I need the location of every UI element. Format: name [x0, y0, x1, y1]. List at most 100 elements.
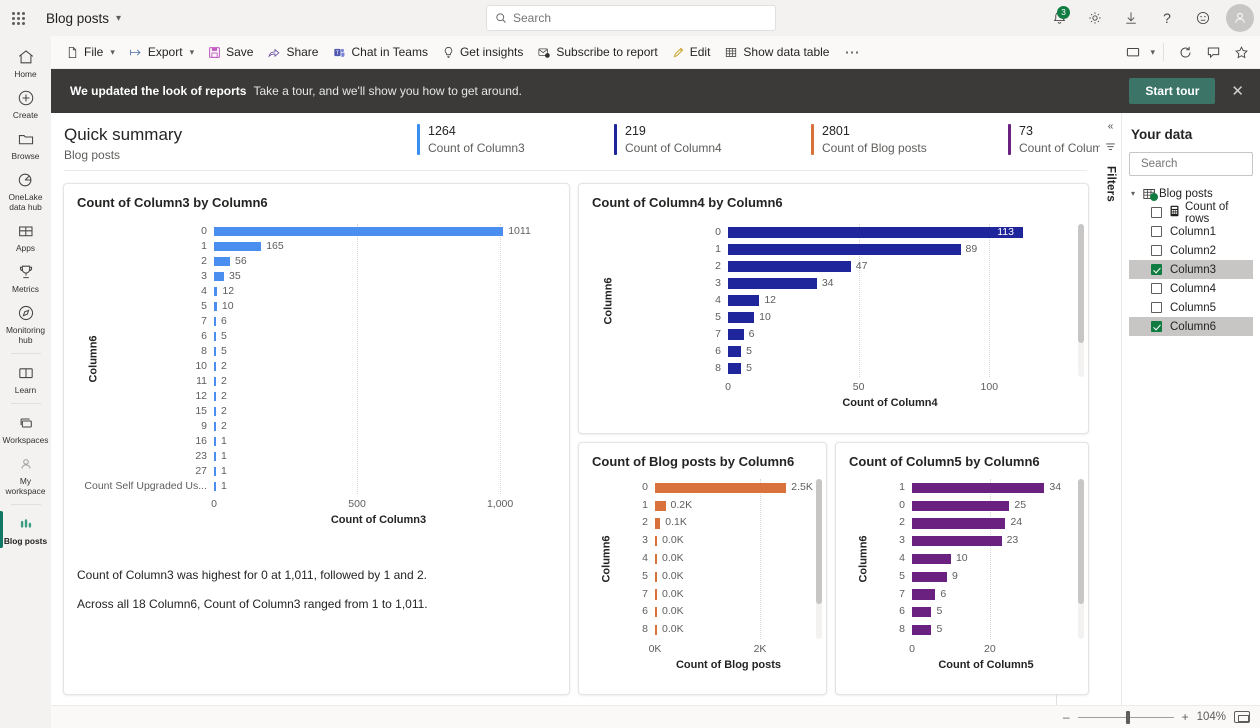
field-row-column5[interactable]: Column5 — [1129, 298, 1253, 317]
checkbox[interactable] — [1151, 302, 1162, 313]
bar[interactable] — [655, 607, 657, 618]
save-button[interactable]: Save — [201, 39, 260, 65]
kpi-card[interactable]: 2801 Count of Blog posts — [801, 124, 998, 155]
bar[interactable] — [214, 241, 262, 252]
bar-chart-blog-posts[interactable]: Column6 0 2.5K 1 0.2K 2 0.1K 3 0.0K 4 0.0K 5 0.0K 7 0.… — [579, 469, 826, 687]
bar[interactable] — [214, 481, 216, 492]
sidebar-item-home[interactable]: Home — [0, 42, 51, 83]
checkbox[interactable] — [1151, 245, 1162, 256]
chevron-down-icon[interactable]: ▾ — [1131, 189, 1143, 198]
bar[interactable] — [214, 256, 231, 267]
checkbox[interactable] — [1151, 207, 1162, 218]
bar[interactable] — [214, 271, 224, 282]
field-row-column3[interactable]: Column3 — [1129, 260, 1253, 279]
bar[interactable] — [655, 536, 658, 547]
bar[interactable] — [912, 607, 932, 618]
bar[interactable] — [655, 589, 657, 600]
bar[interactable] — [728, 227, 1024, 238]
filters-pane-collapsed[interactable]: « Filters — [1100, 113, 1122, 705]
view-mode-icon[interactable] — [1120, 39, 1146, 65]
checkbox[interactable] — [1151, 283, 1162, 294]
bar[interactable] — [214, 466, 216, 477]
scrollbar-thumb[interactable] — [1078, 224, 1084, 344]
bar[interactable] — [655, 500, 666, 511]
bar[interactable] — [214, 451, 216, 462]
fit-to-page-icon[interactable] — [1234, 711, 1250, 723]
sidebar-item-workspaces[interactable]: Workspaces — [0, 408, 51, 449]
bar[interactable] — [214, 331, 216, 342]
show-data-table-button[interactable]: Show data table — [717, 39, 836, 65]
scrollbar-thumb[interactable] — [1078, 479, 1084, 604]
chevron-down-icon[interactable]: ▾ — [116, 13, 121, 24]
sidebar-item-blog-posts[interactable]: Blog posts — [0, 509, 51, 550]
bar[interactable] — [728, 278, 817, 289]
bar[interactable] — [214, 421, 216, 432]
visual-card-column4[interactable]: Count of Column4 by Column6 Column6 0 113 1… — [578, 183, 1089, 434]
help-icon[interactable]: ? — [1150, 1, 1184, 35]
comment-icon[interactable] — [1200, 39, 1226, 65]
refresh-icon[interactable] — [1172, 39, 1198, 65]
collapse-icon[interactable]: « — [1108, 121, 1114, 132]
bar[interactable] — [728, 312, 755, 323]
bar[interactable] — [728, 261, 851, 272]
field-row-count-of-rows[interactable]: Count of rows — [1129, 201, 1253, 225]
sidebar-item-create[interactable]: Create — [0, 83, 51, 124]
kpi-card[interactable]: 73 Count of Column5 — [998, 124, 1100, 155]
waffle-icon[interactable] — [0, 0, 36, 36]
favorite-icon[interactable] — [1228, 39, 1254, 65]
bar[interactable] — [655, 624, 657, 636]
bar[interactable] — [655, 553, 657, 565]
kpi-card[interactable]: 219 Count of Column4 — [604, 124, 801, 155]
field-row-column4[interactable]: Column4 — [1129, 279, 1253, 298]
start-tour-button[interactable]: Start tour — [1129, 78, 1216, 104]
bar[interactable] — [912, 500, 1010, 511]
bar[interactable] — [728, 244, 961, 255]
bar[interactable] — [728, 329, 744, 340]
export-button[interactable]: Export ▾ — [122, 39, 201, 65]
close-icon[interactable]: ✕ — [1231, 82, 1244, 100]
your-data-search[interactable] — [1129, 152, 1260, 176]
bar[interactable] — [214, 406, 216, 417]
subscribe-to-report-button[interactable]: Subscribe to report — [530, 39, 664, 65]
get-insights-button[interactable]: Get insights — [435, 39, 530, 65]
avatar[interactable] — [1226, 4, 1254, 32]
bar[interactable] — [912, 536, 1002, 547]
bar[interactable] — [214, 391, 216, 402]
bar-chart-column4[interactable]: Column6 0 113 1 89 2 47 3 34 4 12 5 10 7 6 6 5 8 5 0 50 100 Co… — [579, 210, 1088, 425]
bar[interactable] — [728, 363, 742, 374]
sidebar-item-learn[interactable]: Learn — [0, 358, 51, 399]
bar[interactable] — [214, 316, 216, 327]
sidebar-item-apps[interactable]: Apps — [0, 216, 51, 257]
filter-pane-icon[interactable] — [1105, 142, 1116, 156]
file-button[interactable]: File ▾ — [59, 39, 122, 65]
bar[interactable] — [912, 571, 948, 582]
visual-card-column3[interactable]: Count of Column3 by Column6 Column6 0 1011… — [63, 183, 570, 695]
bar[interactable] — [912, 518, 1006, 529]
bar[interactable] — [912, 624, 932, 636]
more-commands-button[interactable]: ⋯ — [836, 43, 868, 61]
visual-card-column5[interactable]: Count of Column5 by Column6 Column6 1 34 0 2… — [835, 442, 1089, 695]
notifications-icon[interactable]: 3 — [1042, 1, 1076, 35]
checkbox[interactable] — [1151, 226, 1162, 237]
bar[interactable] — [728, 295, 760, 306]
bar[interactable] — [912, 553, 951, 565]
checkbox[interactable] — [1151, 264, 1162, 275]
sidebar-item-browse[interactable]: Browse — [0, 124, 51, 165]
zoom-thumb[interactable] — [1125, 710, 1130, 724]
global-search[interactable] — [486, 5, 776, 31]
your-data-search-input[interactable] — [1141, 158, 1260, 170]
bar[interactable] — [214, 361, 216, 372]
bar[interactable] — [214, 226, 504, 237]
bar[interactable] — [214, 286, 218, 297]
gear-icon[interactable] — [1078, 1, 1112, 35]
field-row-column6[interactable]: Column6 — [1129, 317, 1253, 336]
search-input[interactable] — [513, 11, 767, 25]
download-icon[interactable] — [1114, 1, 1148, 35]
bar[interactable] — [214, 376, 216, 387]
bar-chart-column5[interactable]: Column6 1 34 0 25 2 24 3 23 4 10 5 9 7 6 6 5 8 5 0 20 Count o… — [836, 469, 1088, 687]
share-button[interactable]: Share — [260, 39, 325, 65]
bar[interactable] — [655, 482, 787, 494]
bar[interactable] — [912, 482, 1045, 494]
scrollbar-thumb[interactable] — [816, 479, 822, 604]
sidebar-item-monitoring-hub[interactable]: Monitoring hub — [0, 298, 51, 349]
